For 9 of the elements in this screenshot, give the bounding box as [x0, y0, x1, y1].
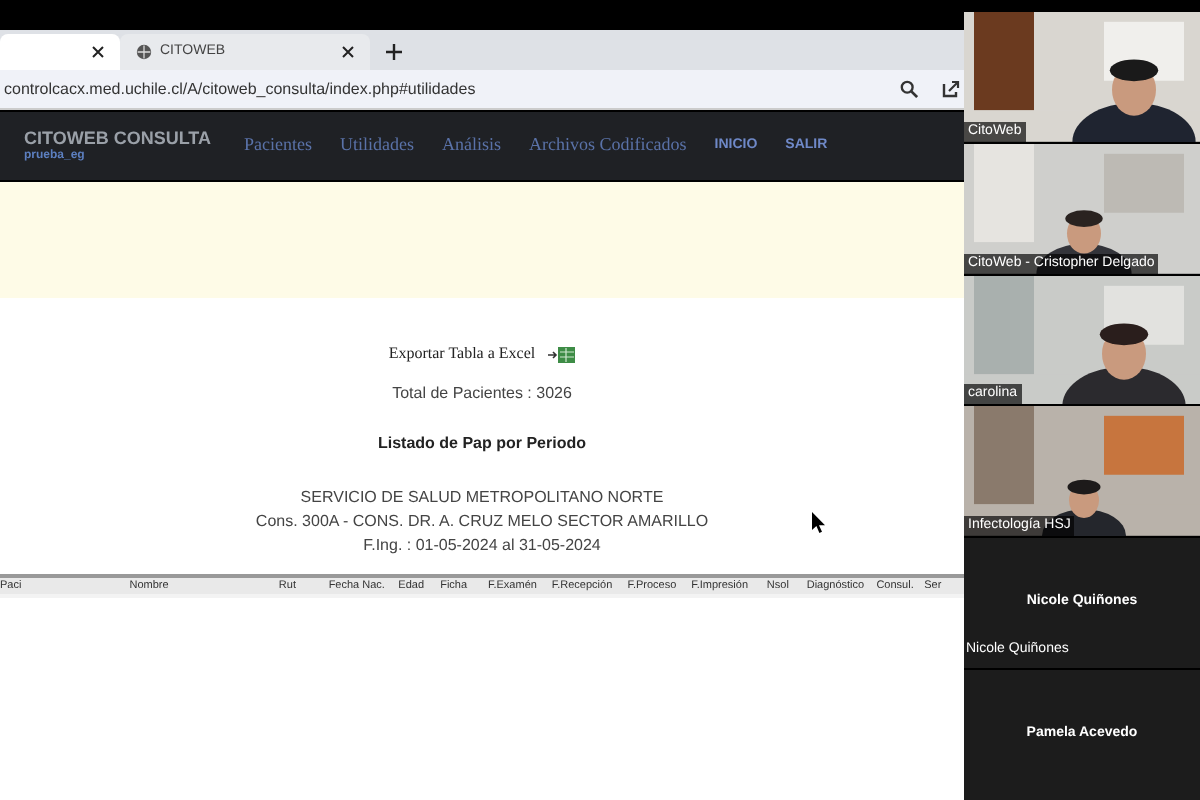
report-title: Listado de Pap por Periodo — [377, 432, 586, 456]
export-link[interactable]: Exportar Tabla a Excel — [388, 342, 536, 366]
total-text: Total de Pacientes : 3026 — [392, 382, 572, 406]
address-bar[interactable]: controlcacx.med.uchile.cl/A/citoweb_consulta/index.php#utilidades — [0, 70, 964, 110]
report-line: Cons. 300A - CONS. DR. A. CRUZ MELO SECTOR AMARILLO — [255, 510, 709, 534]
report-line: SERVICIO DE SALUD METROPOLITANO NORTE — [300, 486, 664, 510]
site-brand: CITOWEB CONSULTA — [24, 127, 213, 147]
report-line: F.Ing. : 01-05-2024 al 31-05-2024 — [363, 534, 601, 558]
url-text: controlcacx.med.uchile.cl/A/citoweb_consulta/index.php#utilidades — [4, 77, 478, 101]
